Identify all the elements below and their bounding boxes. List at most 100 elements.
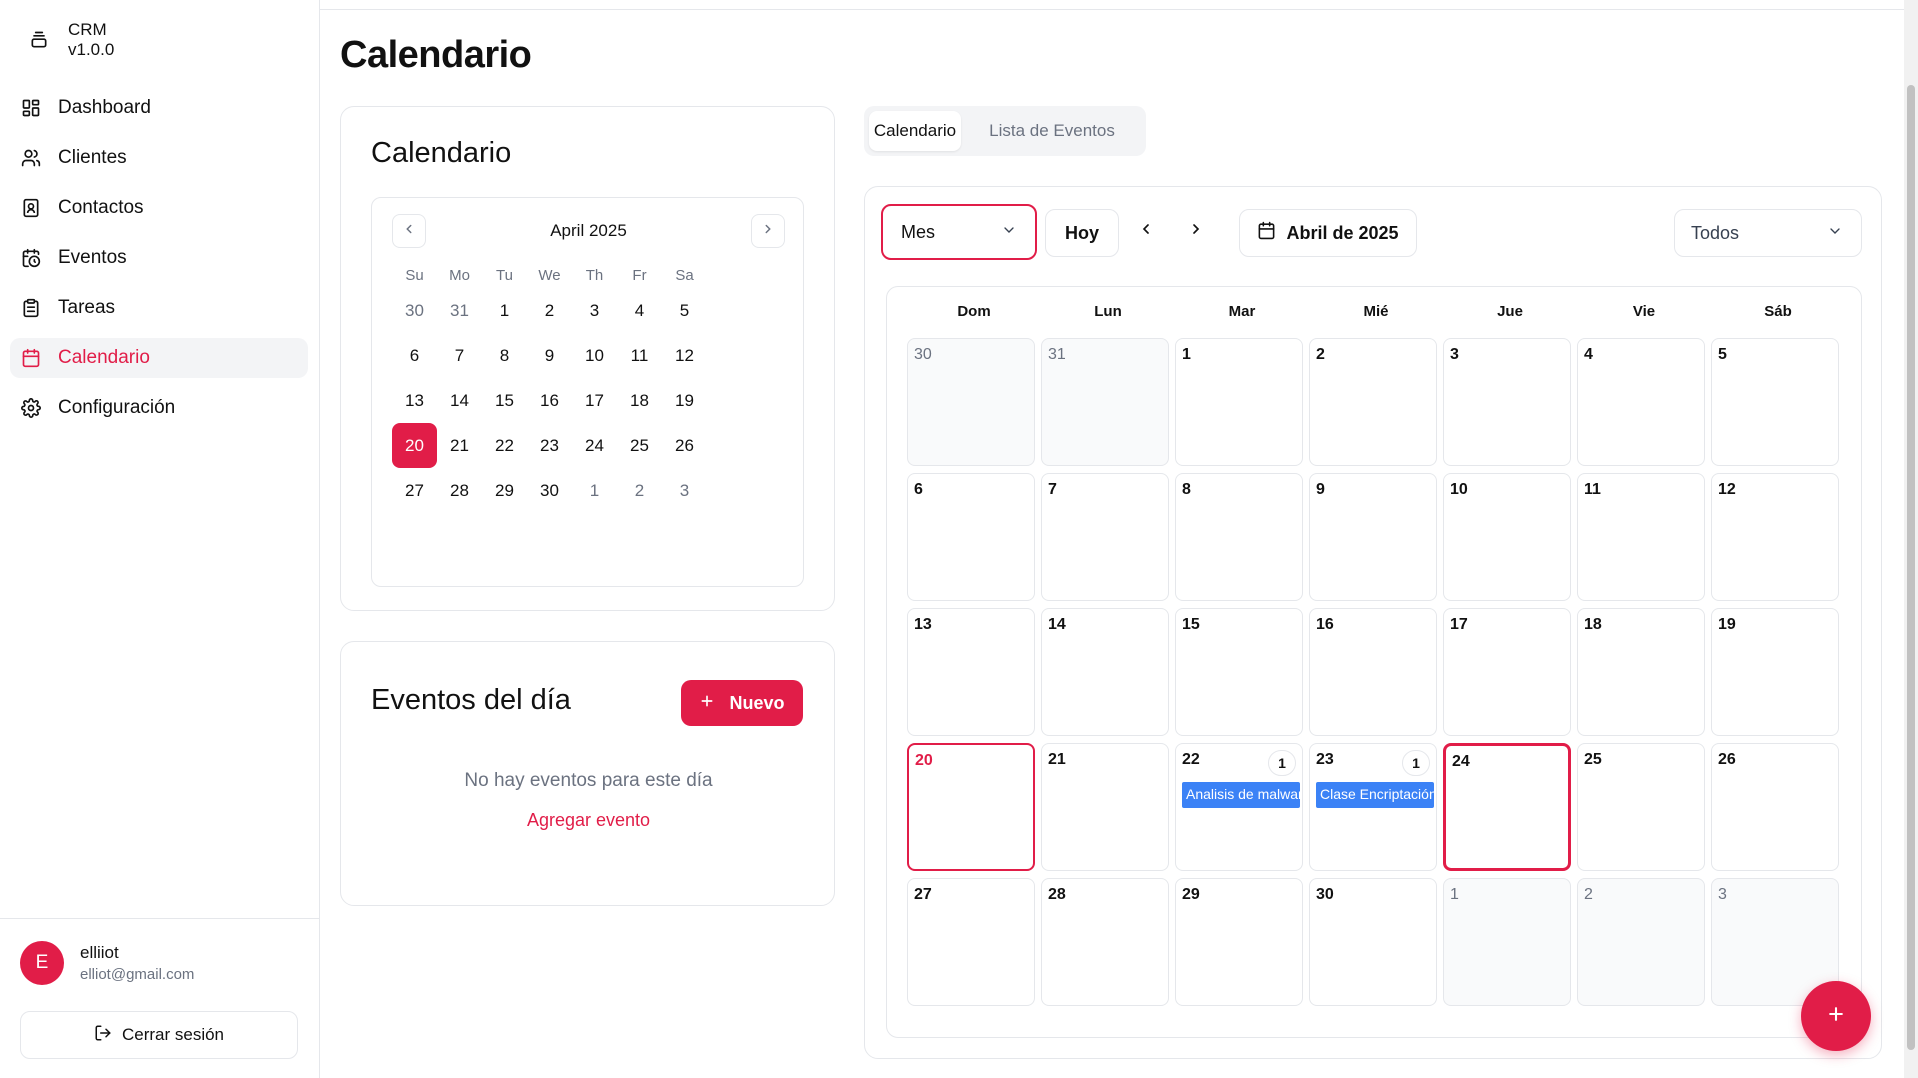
day-cell[interactable]: 18 <box>1577 608 1705 736</box>
mini-calendar-day[interactable]: 1 <box>482 288 527 333</box>
day-cell[interactable]: 2 <box>1309 338 1437 466</box>
sidebar-item-calendario[interactable]: Calendario <box>10 338 308 378</box>
day-cell[interactable]: 28 <box>1041 878 1169 1006</box>
day-cell[interactable]: 12 <box>1711 473 1839 601</box>
event-chip[interactable]: Clase Encriptación <box>1316 782 1434 808</box>
scrollbar-thumb[interactable] <box>1907 85 1915 1050</box>
sidebar-item-tareas[interactable]: Tareas <box>10 288 308 328</box>
mini-calendar-day[interactable]: 9 <box>527 333 572 378</box>
logout-button[interactable]: Cerrar sesión <box>20 1011 298 1059</box>
mini-calendar-day[interactable]: 19 <box>662 378 707 423</box>
add-event-fab[interactable] <box>1801 981 1871 1051</box>
mini-calendar-day[interactable]: 24 <box>572 423 617 468</box>
tab-lista-eventos[interactable]: Lista de Eventos <box>964 111 1140 151</box>
sidebar-item-label: Contactos <box>58 197 144 218</box>
day-cell[interactable]: 5 <box>1711 338 1839 466</box>
day-cell[interactable]: 2 <box>1577 878 1705 1006</box>
mini-calendar-day[interactable]: 23 <box>527 423 572 468</box>
sidebar-item-eventos[interactable]: Eventos <box>10 238 308 278</box>
day-cell[interactable]: 16 <box>1309 608 1437 736</box>
day-cell[interactable]: 23 1 Clase Encriptación <box>1309 743 1437 871</box>
mini-calendar-day[interactable]: 12 <box>662 333 707 378</box>
day-cell[interactable]: 26 <box>1711 743 1839 871</box>
day-cell[interactable]: 7 <box>1041 473 1169 601</box>
day-cell[interactable]: 1 <box>1443 878 1571 1006</box>
sidebar-item-dashboard[interactable]: Dashboard <box>10 88 308 128</box>
mini-calendar-day[interactable]: 14 <box>437 378 482 423</box>
scrollbar[interactable] <box>1904 0 1918 1078</box>
mini-calendar-day[interactable]: 8 <box>482 333 527 378</box>
mini-calendar-day[interactable]: 2 <box>617 468 662 513</box>
day-cell[interactable]: 19 <box>1711 608 1839 736</box>
today-button[interactable]: Hoy <box>1045 209 1119 257</box>
mini-calendar-day[interactable]: 10 <box>572 333 617 378</box>
mini-calendar-day[interactable]: 30 <box>392 288 437 333</box>
mini-calendar-day[interactable]: 13 <box>392 378 437 423</box>
day-cell[interactable]: 22 1 Analisis de malware <box>1175 743 1303 871</box>
mini-calendar-day[interactable]: 3 <box>572 288 617 333</box>
mini-calendar-day[interactable]: 5 <box>662 288 707 333</box>
mini-calendar-day[interactable]: 17 <box>572 378 617 423</box>
mini-calendar-day[interactable]: 4 <box>617 288 662 333</box>
day-cell[interactable]: 14 <box>1041 608 1169 736</box>
mini-calendar-day[interactable]: 27 <box>392 468 437 513</box>
sidebar-item-clientes[interactable]: Clientes <box>10 138 308 178</box>
day-cell[interactable]: 1 <box>1175 338 1303 466</box>
view-select[interactable]: Mes <box>881 204 1037 260</box>
day-cell[interactable]: 27 <box>907 878 1035 1006</box>
mini-calendar-day[interactable]: 22 <box>482 423 527 468</box>
tab-calendario[interactable]: Calendario <box>869 111 961 151</box>
day-cell[interactable]: 31 <box>1041 338 1169 466</box>
filter-select-value: Todos <box>1691 222 1740 243</box>
mini-calendar-day[interactable]: 18 <box>617 378 662 423</box>
mini-calendar-day[interactable]: 26 <box>662 423 707 468</box>
month-picker-button[interactable]: Abril de 2025 <box>1239 209 1417 257</box>
next-month-button[interactable] <box>751 214 785 248</box>
mini-calendar-day[interactable]: 15 <box>482 378 527 423</box>
sidebar-item-contactos[interactable]: Contactos <box>10 188 308 228</box>
day-cell[interactable]: 4 <box>1577 338 1705 466</box>
day-cell[interactable]: 13 <box>907 608 1035 736</box>
prev-month-button[interactable] <box>392 214 426 248</box>
day-cell[interactable]: 30 <box>907 338 1035 466</box>
mini-calendar-weekday: Sa <box>675 266 694 284</box>
day-cell-selected[interactable]: 24 <box>1443 743 1571 871</box>
mini-calendar-day[interactable]: 6 <box>392 333 437 378</box>
day-cell[interactable]: 9 <box>1309 473 1437 601</box>
day-cell[interactable]: 15 <box>1175 608 1303 736</box>
mini-calendar-day[interactable]: 25 <box>617 423 662 468</box>
day-cell[interactable]: 29 <box>1175 878 1303 1006</box>
next-month-button[interactable] <box>1179 214 1213 248</box>
day-cell[interactable]: 10 <box>1443 473 1571 601</box>
sidebar-item-configuracion[interactable]: Configuración <box>10 388 308 428</box>
mini-calendar-day[interactable]: 1 <box>572 468 617 513</box>
day-cell[interactable]: 17 <box>1443 608 1571 736</box>
mini-calendar-day[interactable]: 21 <box>437 423 482 468</box>
mini-calendar-day[interactable]: 29 <box>482 468 527 513</box>
mini-calendar-day[interactable]: 30 <box>527 468 572 513</box>
mini-calendar-day[interactable]: 2 <box>527 288 572 333</box>
day-cell[interactable]: 8 <box>1175 473 1303 601</box>
prev-month-button[interactable] <box>1129 214 1163 248</box>
mini-calendar-day[interactable]: 7 <box>437 333 482 378</box>
brand[interactable]: CRM v1.0.0 <box>26 20 114 60</box>
user-profile[interactable]: E elliiot elliot@gmail.com <box>20 941 194 985</box>
add-event-link[interactable]: Agregar evento <box>341 810 836 831</box>
sidebar-item-label: Clientes <box>58 147 127 168</box>
day-cell-today[interactable]: 20 <box>907 743 1035 871</box>
filter-select[interactable]: Todos <box>1674 209 1862 257</box>
day-cell[interactable]: 6 <box>907 473 1035 601</box>
mini-calendar-day[interactable]: 3 <box>662 468 707 513</box>
day-cell[interactable]: 30 <box>1309 878 1437 1006</box>
new-event-button[interactable]: Nuevo <box>681 680 803 726</box>
mini-calendar-day-selected[interactable]: 20 <box>392 423 437 468</box>
mini-calendar-day[interactable]: 28 <box>437 468 482 513</box>
event-chip[interactable]: Analisis de malware <box>1182 782 1300 808</box>
mini-calendar-day[interactable]: 16 <box>527 378 572 423</box>
mini-calendar-day[interactable]: 31 <box>437 288 482 333</box>
day-cell[interactable]: 25 <box>1577 743 1705 871</box>
day-cell[interactable]: 21 <box>1041 743 1169 871</box>
mini-calendar-day[interactable]: 11 <box>617 333 662 378</box>
day-cell[interactable]: 3 <box>1443 338 1571 466</box>
day-cell[interactable]: 11 <box>1577 473 1705 601</box>
